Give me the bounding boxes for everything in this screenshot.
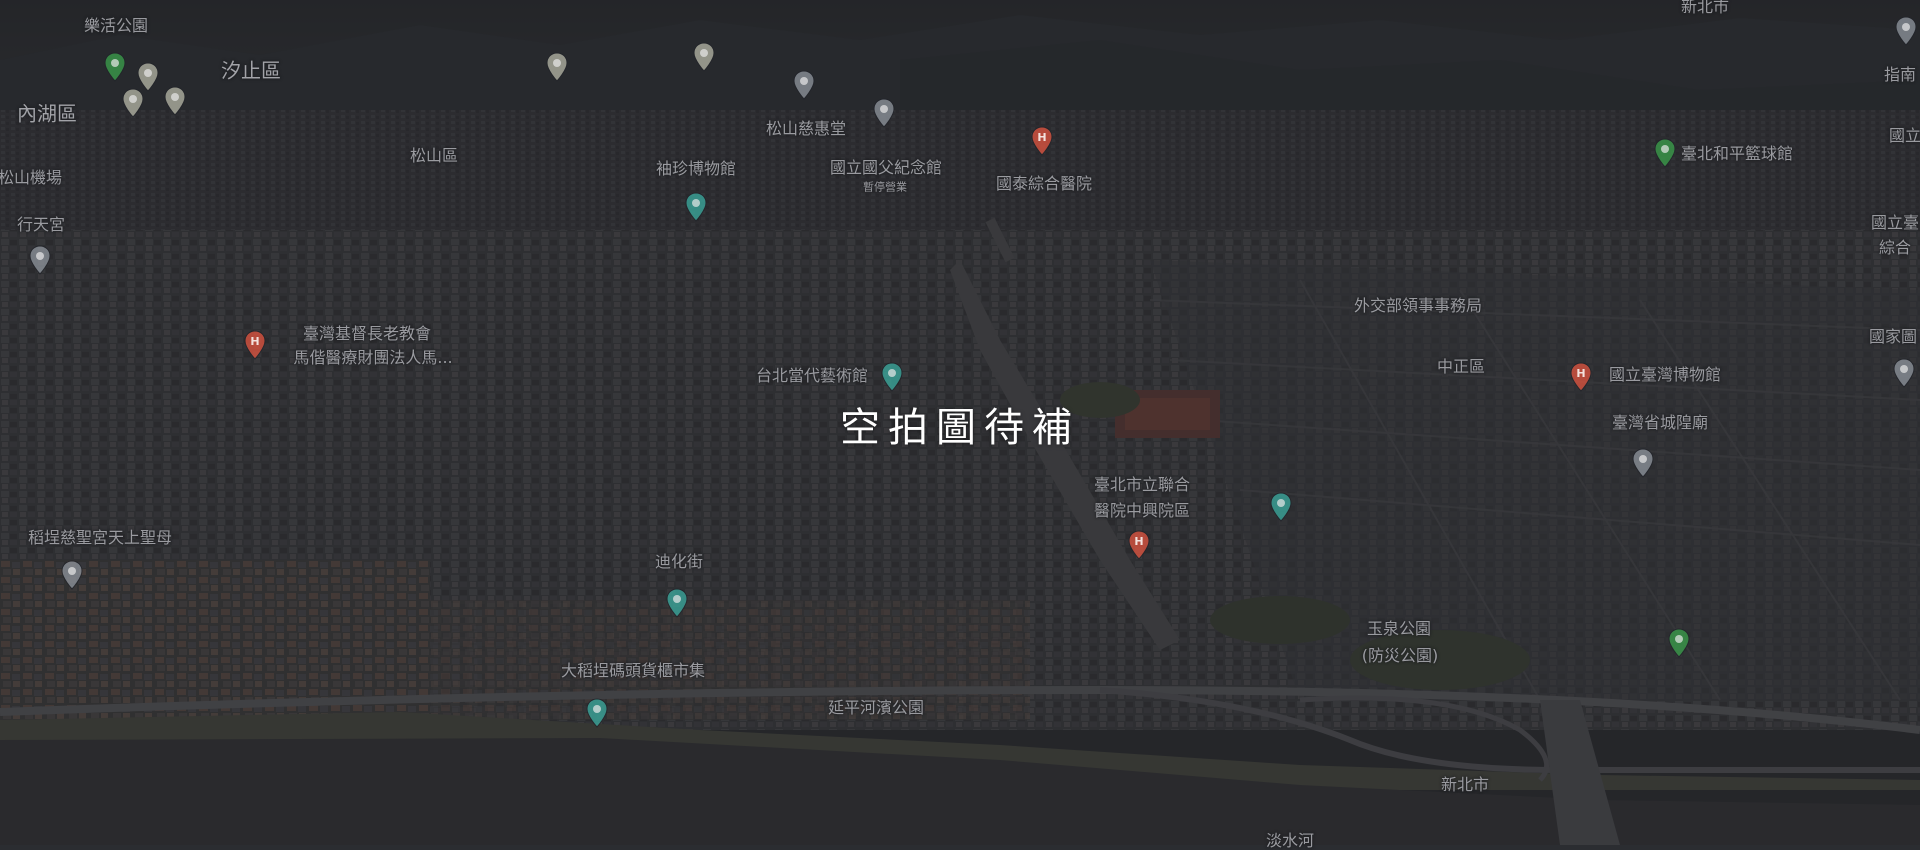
place-pin-icon[interactable] xyxy=(29,245,51,275)
map-label[interactable]: 臺北市立聯合 xyxy=(1094,475,1190,494)
place-pin-icon[interactable] xyxy=(1632,448,1654,478)
map-label[interactable]: 國立臺 xyxy=(1871,213,1919,232)
map-label[interactable]: 新北市 xyxy=(1681,0,1729,16)
map-label[interactable]: 台北當代藝術館 xyxy=(756,366,868,385)
svg-text:H: H xyxy=(1134,535,1143,548)
map-label[interactable]: 外交部領事事務局 xyxy=(1354,296,1482,315)
museum-pin-icon[interactable] xyxy=(881,362,903,392)
museum-pin-icon[interactable] xyxy=(685,192,707,222)
flower-pin-icon[interactable] xyxy=(122,88,144,118)
place-pin-icon[interactable] xyxy=(1893,358,1915,388)
svg-text:H: H xyxy=(250,335,259,348)
hospital-pin-icon[interactable]: H xyxy=(244,330,266,360)
map-label[interactable]: 汐止區 xyxy=(221,59,281,83)
hospital-pin-icon[interactable]: H xyxy=(1128,530,1150,560)
map-label[interactable]: (防災公園) xyxy=(1362,646,1439,665)
map-label[interactable]: 國泰綜合醫院 xyxy=(996,174,1092,193)
map-label[interactable]: 新北市 xyxy=(1441,775,1489,794)
map-label[interactable]: 綜合 xyxy=(1879,238,1911,257)
map-label[interactable]: 暫停營業 xyxy=(863,181,907,195)
map-label[interactable]: 國家圖 xyxy=(1869,327,1917,346)
flower-pin-icon[interactable] xyxy=(693,42,715,72)
map-label[interactable]: 臺北和平籃球館 xyxy=(1681,144,1793,163)
map-label[interactable]: 臺灣省城隍廟 xyxy=(1612,413,1708,432)
svg-text:H: H xyxy=(1576,367,1585,380)
museum-pin-icon[interactable] xyxy=(1270,492,1292,522)
map-label[interactable]: 淡水河 xyxy=(1266,831,1314,850)
svg-text:H: H xyxy=(1037,131,1046,144)
place-pin-icon[interactable] xyxy=(1895,16,1917,46)
place-pin-icon[interactable] xyxy=(61,560,83,590)
shopping-pin-icon[interactable] xyxy=(666,588,688,618)
shopping-pin-icon[interactable] xyxy=(586,698,608,728)
map-label[interactable]: 松山機場 xyxy=(0,168,62,187)
map-label[interactable]: 袖珍博物館 xyxy=(656,159,736,178)
map-label[interactable]: 稻埕慈聖宮天上聖母 xyxy=(28,528,172,547)
map-label[interactable]: 松山區 xyxy=(410,146,458,165)
map-label[interactable]: 迪化街 xyxy=(655,552,703,571)
park-pin-icon[interactable] xyxy=(104,52,126,82)
map-label[interactable]: 松山慈惠堂 xyxy=(766,119,846,138)
flower-pin-icon[interactable] xyxy=(164,86,186,116)
map-label[interactable]: 行天宮 xyxy=(17,215,65,234)
map-label[interactable]: 指南 xyxy=(1884,65,1916,84)
map-label[interactable]: 大稻埕碼頭貨櫃市集 xyxy=(561,661,705,680)
map-label[interactable]: 國立 xyxy=(1889,126,1920,145)
place-pin-icon[interactable] xyxy=(873,98,895,128)
map-label[interactable]: 醫院中興院區 xyxy=(1094,501,1190,520)
map-label[interactable]: 玉泉公園 xyxy=(1367,619,1431,638)
flower-pin-icon[interactable] xyxy=(546,52,568,82)
map-label[interactable]: 延平河濱公園 xyxy=(828,698,924,717)
map-label[interactable]: 臺灣基督長老教會 xyxy=(303,324,431,343)
hospital-pin-icon[interactable]: H xyxy=(1031,126,1053,156)
overlay-title: 空拍圖待補 xyxy=(840,405,1080,451)
park-pin-icon[interactable] xyxy=(1668,628,1690,658)
map-label[interactable]: 中正區 xyxy=(1437,357,1485,376)
map-label[interactable]: 內湖區 xyxy=(17,102,77,126)
map-label[interactable]: 國立國父紀念館 xyxy=(830,158,942,177)
hospital-pin-icon[interactable]: H xyxy=(1570,362,1592,392)
park-pin-icon[interactable] xyxy=(1654,138,1676,168)
map-label[interactable]: 馬偕醫療財團法人馬... xyxy=(293,348,452,367)
place-pin-icon[interactable] xyxy=(793,70,815,100)
map-label[interactable]: 樂活公園 xyxy=(84,16,148,35)
map-label[interactable]: 國立臺灣博物館 xyxy=(1609,365,1721,384)
